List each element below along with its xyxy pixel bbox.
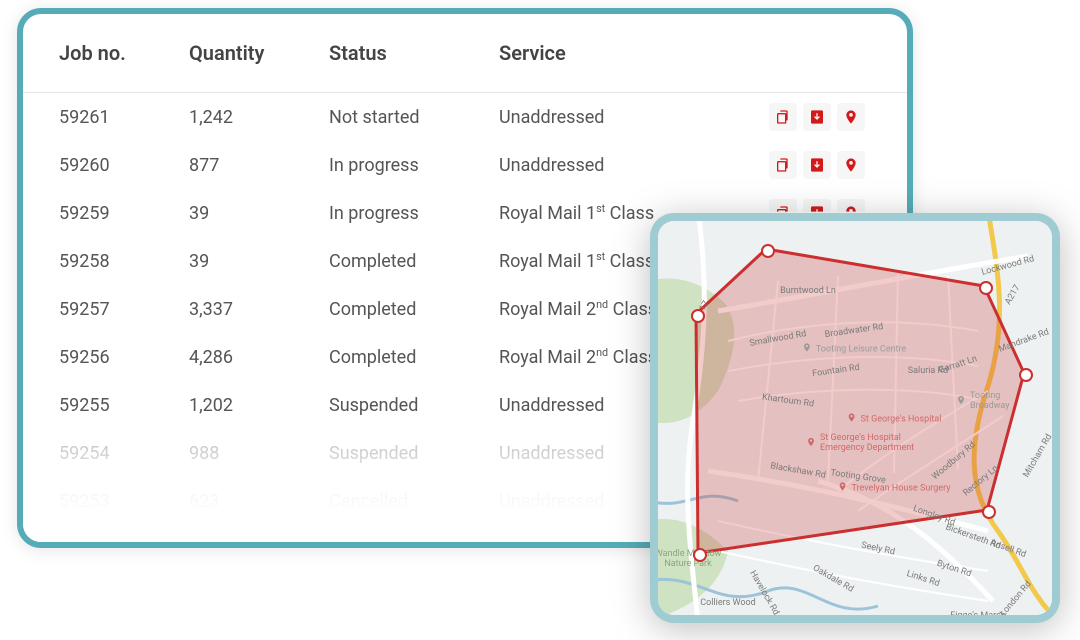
map-poi: Trevelyan House Surgery [838, 481, 951, 496]
cell-job: 59258 [59, 251, 189, 272]
map-poi: Tooting Broadway [956, 391, 1020, 411]
map-card: Garratt LnSaluria RdBurntwood LnA217A217… [650, 213, 1060, 623]
place-pin-icon [956, 394, 966, 409]
street-label: Fountain Rd [812, 363, 861, 380]
street-label: Figge's Marsh [950, 611, 1006, 621]
cell-job: 59261 [59, 107, 189, 128]
street-label: Rectory Ln [962, 464, 1001, 499]
street-label: Smallwood Rd [749, 329, 807, 349]
cell-service: Unaddressed [499, 155, 739, 176]
street-label: Havelock Rd [747, 569, 781, 617]
street-label: Oakdale Rd [811, 563, 855, 594]
street-label: A217 [1003, 283, 1022, 306]
place-pin-icon [802, 342, 812, 357]
download-icon[interactable] [803, 151, 831, 179]
street-label: Broadwater Rd [824, 322, 884, 340]
street-label: Seely Rd [860, 541, 896, 558]
street-label: Tooting Grove [830, 468, 887, 486]
copy-icon[interactable] [769, 151, 797, 179]
polygon-vertex[interactable] [691, 309, 705, 323]
hospital-pin-icon [847, 412, 857, 427]
cell-qty: 39 [189, 251, 329, 272]
map-poi: St George's Hospital [847, 412, 942, 427]
table-row[interactable]: 592611,242Not startedUnaddressed [23, 93, 907, 141]
street-label: Burntwood Ln [780, 286, 836, 296]
cell-status: In progress [329, 155, 499, 176]
polygon-vertex[interactable] [982, 505, 996, 519]
poi-label: Tooting Leisure Centre [816, 344, 906, 354]
cell-qty: 988 [189, 443, 329, 464]
cell-qty: 1,242 [189, 107, 329, 128]
cell-status: Completed [329, 299, 499, 320]
poi-label: Tooting Broadway [970, 391, 1020, 411]
cell-actions [739, 151, 871, 179]
street-label: Lockwood Rd [981, 254, 1036, 278]
cell-status: Not started [329, 107, 499, 128]
street-label: Bickersteth Rd [944, 522, 1002, 551]
cell-qty: 4,286 [189, 347, 329, 368]
col-qty: Quantity [189, 41, 329, 65]
street-label: Woodbury Rd [930, 440, 977, 482]
cell-qty: 3,337 [189, 299, 329, 320]
polygon-vertex[interactable] [979, 281, 993, 295]
cell-qty: 623 [189, 491, 329, 512]
table-header-row: Job no. Quantity Status Service [23, 14, 907, 93]
polygon-vertex[interactable] [693, 548, 707, 562]
cell-qty: 1,202 [189, 395, 329, 416]
cell-job: 59257 [59, 299, 189, 320]
map-pin-icon[interactable] [837, 103, 865, 131]
cell-job: 59256 [59, 347, 189, 368]
cell-qty: 39 [189, 203, 329, 224]
row-actions [739, 151, 871, 179]
cell-job: 59253 [59, 491, 189, 512]
map-pin-icon[interactable] [837, 151, 865, 179]
street-label: Saluria Rd [908, 366, 948, 376]
cell-job: 59255 [59, 395, 189, 416]
street-label: Garratt Ln [938, 354, 979, 376]
download-icon[interactable] [803, 103, 831, 131]
street-label: Blackshaw Rd [770, 461, 827, 481]
table-row[interactable]: 59260877In progressUnaddressed [23, 141, 907, 189]
cell-status: In progress [329, 203, 499, 224]
poi-label: Wandle Meadow Nature Park [653, 549, 723, 569]
cell-qty: 877 [189, 155, 329, 176]
street-label: London Rd [998, 579, 1033, 618]
cell-status: Completed [329, 347, 499, 368]
cell-job: 59259 [59, 203, 189, 224]
map-overlay: Garratt LnSaluria RdBurntwood LnA217A217… [658, 221, 1052, 615]
cell-actions [739, 103, 871, 131]
street-label: Khartoum Rd [761, 392, 814, 409]
row-actions [739, 103, 871, 131]
street-label: Links Rd [905, 569, 941, 589]
cell-status: Completed [329, 251, 499, 272]
street-label: Ansell Rd [989, 538, 1028, 560]
poi-label: St George's Hospital [861, 414, 942, 424]
street-label: Byton Rd [935, 559, 972, 580]
hospital-pin-icon [838, 481, 848, 496]
cell-status: Suspended [329, 395, 499, 416]
copy-icon[interactable] [769, 103, 797, 131]
street-label: Mitcham Rd [1022, 433, 1055, 480]
street-label: Longley Rd [912, 504, 957, 528]
polygon-vertex[interactable] [761, 244, 775, 258]
col-job: Job no. [59, 41, 189, 65]
hospital-pin-icon [806, 436, 816, 451]
street-label: Mandrake Rd [998, 327, 1051, 354]
poi-label: St George's Hospital Emergency Departmen… [820, 433, 940, 453]
cell-status: Cancelled [329, 491, 499, 512]
cell-job: 59260 [59, 155, 189, 176]
polygon-vertex[interactable] [1019, 368, 1033, 382]
map-poi: Wandle Meadow Nature Park [653, 549, 723, 569]
col-service: Service [499, 41, 739, 65]
cell-service: Unaddressed [499, 107, 739, 128]
street-label: Colliers Wood [700, 598, 755, 608]
poi-label: Trevelyan House Surgery [852, 483, 951, 493]
col-status: Status [329, 41, 499, 65]
cell-job: 59254 [59, 443, 189, 464]
map-poi: Tooting Leisure Centre [802, 342, 906, 357]
cell-status: Suspended [329, 443, 499, 464]
map-poi: St George's Hospital Emergency Departmen… [806, 433, 940, 453]
